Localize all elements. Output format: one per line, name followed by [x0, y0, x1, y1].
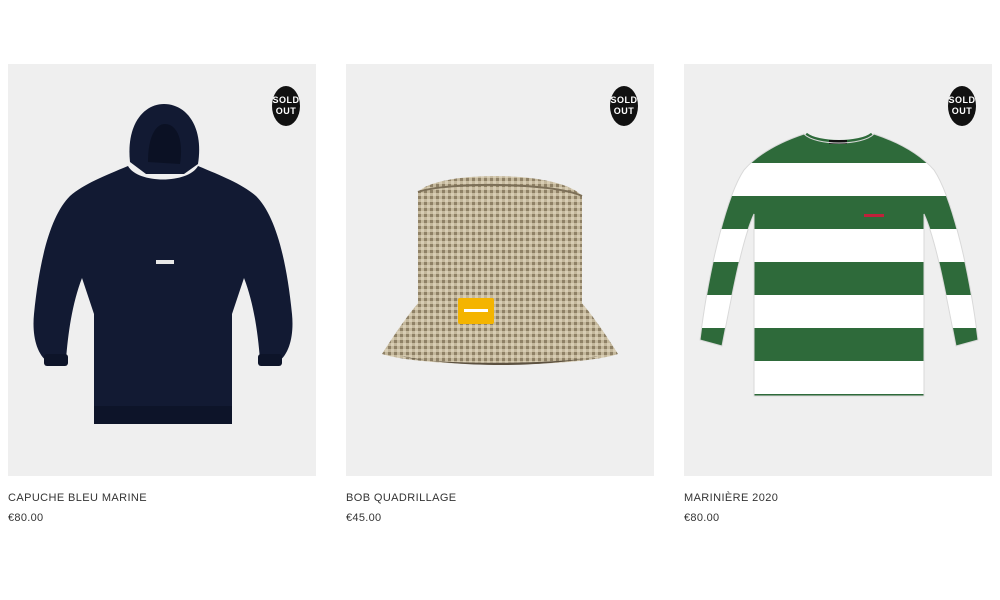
product-title[interactable]: MARINIÈRE 2020: [684, 492, 992, 506]
product-image[interactable]: SOLD OUT: [8, 64, 316, 476]
badge-text-line2: OUT: [275, 106, 297, 116]
badge-text-line1: SOLD: [610, 95, 638, 105]
product-price: €80.00: [684, 512, 720, 524]
sold-out-badge: SOLD OUT: [272, 86, 300, 126]
sold-out-badge: SOLD OUT: [948, 86, 976, 126]
bucket-hat-icon: [382, 175, 618, 365]
product-image[interactable]: SOLD OUT: [346, 64, 654, 476]
product-grid: SOLD OUT CAPUCHE BLEU MARINE €80.00 SOLD…: [8, 64, 992, 534]
product-title[interactable]: CAPUCHE BLEU MARINE: [8, 492, 316, 506]
hoodie-icon: [33, 104, 293, 424]
product-card[interactable]: SOLD OUT CAPUCHE BLEU MARINE €80.00: [8, 64, 316, 534]
badge-text-line2: OUT: [951, 106, 973, 116]
sold-out-badge: SOLD OUT: [610, 86, 638, 126]
badge-text-line1: SOLD: [948, 95, 976, 105]
badge-text-line2: OUT: [613, 106, 635, 116]
product-price: €45.00: [346, 512, 382, 524]
striped-shirt-icon: [699, 132, 979, 397]
product-title[interactable]: BOB QUADRILLAGE: [346, 492, 654, 506]
product-card[interactable]: SOLD OUT MARINIÈRE 2020 €80.00: [684, 64, 992, 534]
product-image[interactable]: SOLD OUT: [684, 64, 992, 476]
product-card[interactable]: SOLD OUT BOB QUADRILLAGE €45.00: [346, 64, 654, 534]
product-price: €80.00: [8, 512, 44, 524]
badge-text-line1: SOLD: [272, 95, 300, 105]
